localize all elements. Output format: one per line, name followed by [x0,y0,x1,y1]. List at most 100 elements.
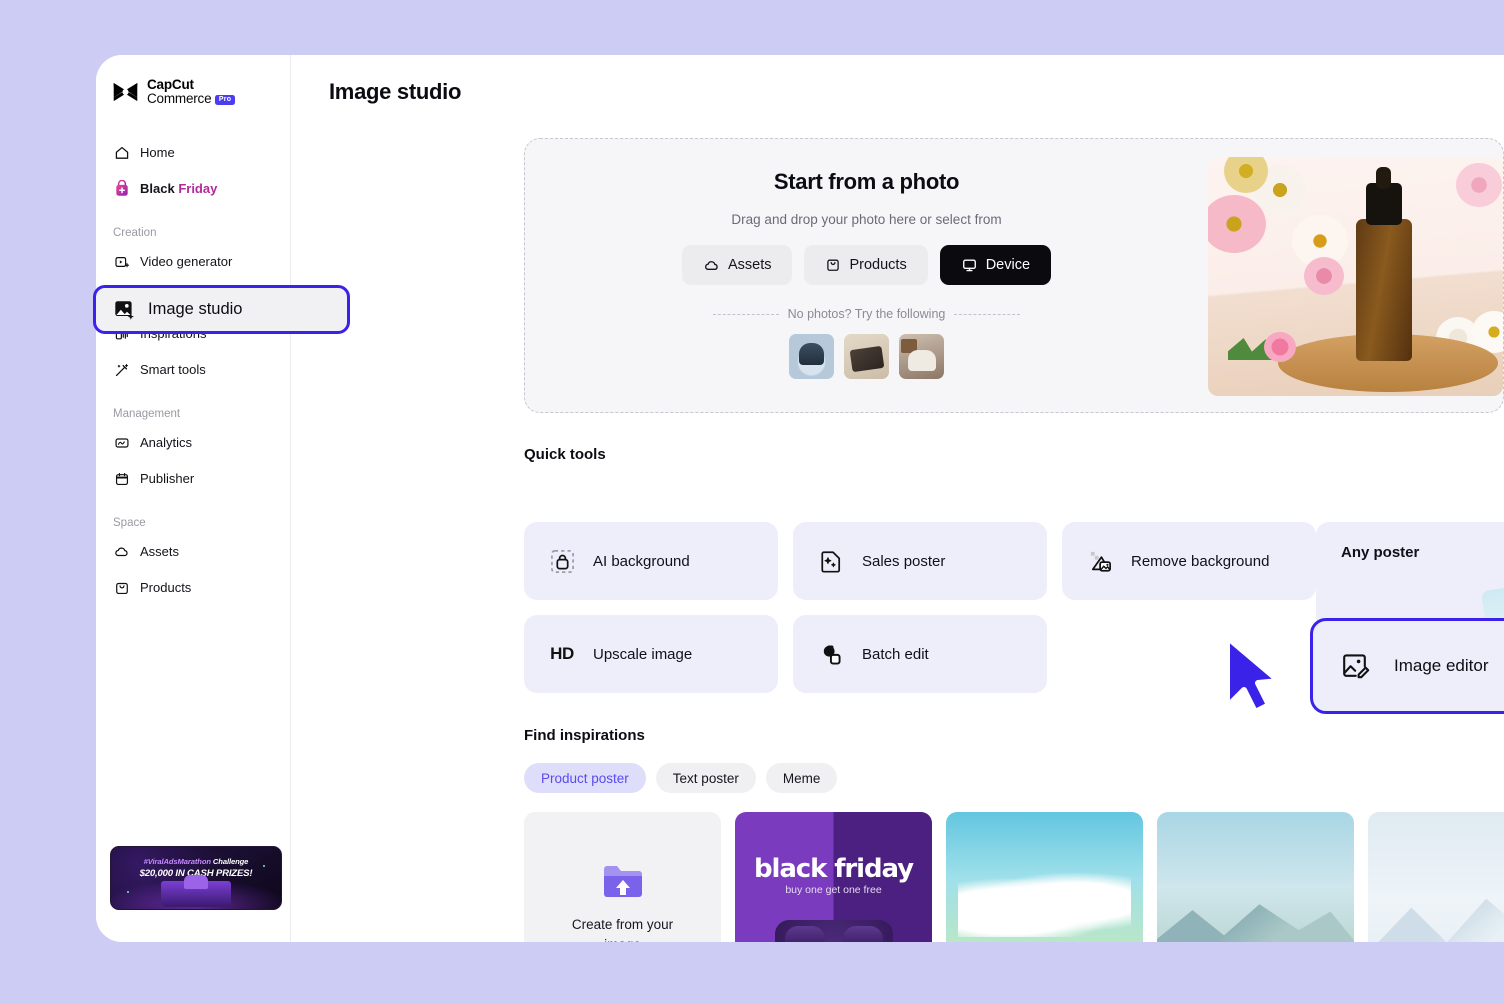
quick-tools-grid: AI background Sales poster Remove backgr… [524,522,1316,693]
promo-banner[interactable]: #ViralAdsMarathon Challenge $20,000 IN C… [110,846,282,910]
earbuds-thumbnail[interactable] [789,334,834,379]
create-from-your-image-card[interactable]: Create from your image [524,812,721,942]
product-icon [113,579,130,596]
tool-card-remove-background[interactable]: Remove background [1062,522,1316,600]
batch-edit-icon [818,641,844,667]
tool-card-label: AI background [593,552,690,570]
flower-graphic [1304,257,1344,295]
quick-tools-header: Quick tools [291,446,1504,463]
earbud-right [842,926,883,942]
device-button[interactable]: Device [939,245,1052,285]
bottle-graphic [1356,219,1412,361]
image-editor-icon [1340,651,1370,681]
assets-button[interactable]: Assets [681,245,793,285]
app-window: CapCut Commerce Pro Home Black Friday Cr… [96,55,1504,942]
sidebar-item-home[interactable]: Home [104,136,282,169]
capcut-logo-icon [111,79,140,105]
lab-card-label: Any poster [1341,544,1420,561]
water-bottle-graphic [1489,940,1504,942]
sample-thumbnails [525,334,1208,379]
tab-product-poster[interactable]: Product poster [524,763,646,793]
assets-button-label: Assets [727,257,772,273]
poster-title: black friday [754,854,914,884]
earbuds-graphic [774,920,893,942]
sidebar-group-space: Space [113,517,146,530]
sidebar-item-label: Video generator [140,254,233,270]
monitor-icon [961,257,978,273]
home-icon [113,144,130,161]
sidebar-item-products[interactable]: Products [104,571,282,604]
mountain-valley-poster-card[interactable] [1157,812,1354,942]
sidebar-item-video-generator[interactable]: Video generator [104,245,282,278]
hero-subtitle: Drag and drop your photo here or select … [731,212,1002,227]
brand-logo[interactable]: CapCut Commerce Pro [96,55,290,106]
sidebar-item-label: Smart tools [140,362,206,378]
hd-icon: HD [550,644,574,663]
upload-dropzone[interactable]: Start from a photo Drag and drop your ph… [524,138,1504,413]
sidebar-item-publisher[interactable]: Publisher [104,462,282,495]
analytics-icon [113,434,130,451]
video-icon [113,253,130,270]
inspirations-title: Find inspirations [524,727,645,744]
cloud-icon [113,543,130,560]
tab-meme[interactable]: Meme [765,763,838,793]
sidebar-group-management: Management [113,408,181,421]
tab-text-poster[interactable]: Text poster [655,763,756,793]
products-button[interactable]: Products [804,245,928,285]
sidebar-item-label: Home [140,145,175,161]
hero-preview-image [1208,157,1503,396]
tool-card-sales-poster[interactable]: Sales poster [793,522,1047,600]
divider-line [954,313,1021,315]
hero-source-buttons: Assets Products Device [525,245,1208,285]
sidebar-nav: Home Black Friday Creation Video generat… [96,136,290,604]
gift-bow-graphic [184,875,208,889]
green-mountains-poster-card[interactable] [946,812,1143,942]
poster-subtitle: buy one get one free [785,884,882,896]
product-icon [825,257,841,273]
armchair-thumbnail[interactable] [899,334,944,379]
tool-card-image-editor[interactable]: Image editor [1310,618,1504,714]
sidebar-item-label: Assets [140,544,180,560]
divider-label: No photos? Try the following [787,307,946,321]
sales-poster-icon [818,548,844,574]
calendar-icon [113,470,130,487]
sidebar-item-assets[interactable]: Assets [104,535,282,568]
device-button-label: Device [985,257,1031,273]
mouse-cursor [1219,633,1285,717]
promo-challenge: Challenge [210,857,249,866]
magic-wand-icon [113,361,130,378]
hero-title: Start from a photo [773,169,960,194]
upload-folder-icon [600,860,646,902]
brand-line-2: Commerce [147,91,212,107]
snow-bear-poster-card[interactable] [1368,812,1504,942]
sidebar-item-black-friday[interactable]: Black Friday [104,172,282,205]
sidebar-item-label: Analytics [140,435,193,451]
tool-card-ai-background[interactable]: AI background [524,522,778,600]
image-studio-icon [112,298,136,322]
divider-line [712,313,779,315]
black-friday-poster-card[interactable]: black friday buy one get one free [735,812,932,942]
tool-card-batch-edit[interactable]: Batch edit [793,615,1047,693]
cloud-icon [703,258,720,273]
sparkle-dot [127,891,129,893]
dropper-bulb-graphic [1376,167,1391,189]
sidebar-item-label-accent: Friday [178,181,218,197]
page-title: Image studio [329,79,462,104]
create-card-label: Create from your image [571,916,674,942]
rose-graphic [1264,332,1296,362]
sidebar-item-smart-tools[interactable]: Smart tools [104,353,282,386]
makeup-palette-thumbnail[interactable] [844,334,889,379]
inspirations-grid: Create from your image black friday buy … [524,812,1504,942]
sidebar-item-label: Black [140,181,179,197]
tool-card-label: Image editor [1394,656,1489,675]
quick-tools-title: Quick tools [524,446,606,463]
sidebar-item-analytics[interactable]: Analytics [104,426,282,459]
sidebar-item-label: Publisher [140,471,195,487]
sidebar-item-label: Products [140,580,192,596]
tool-card-upscale-image[interactable]: HD Upscale image [524,615,778,693]
try-following-divider: No photos? Try the following [525,307,1208,321]
main-content: Image studio Start from a photo Drag and… [291,55,1504,942]
inspirations-tabs: Product poster Text poster Meme [524,763,838,793]
sidebar-item-image-studio[interactable]: Image studio [93,285,350,334]
promo-hashtag: #ViralAdsMarathon [143,857,211,866]
